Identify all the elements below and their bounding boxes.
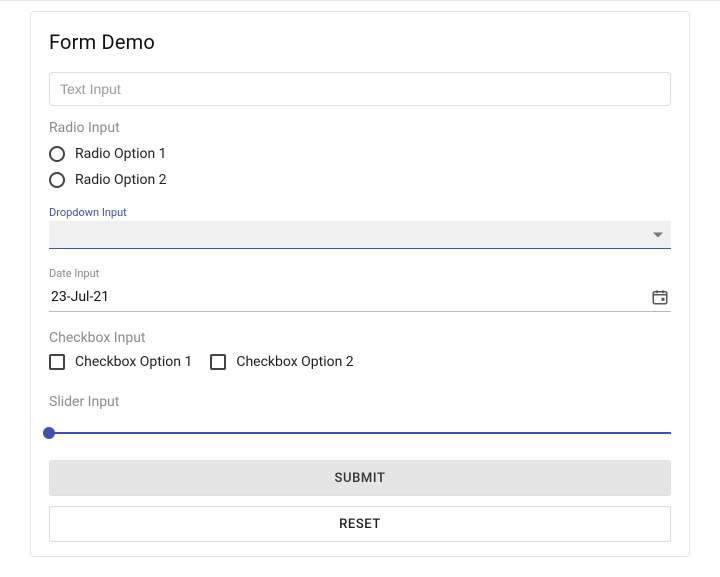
checkbox-group-label: Checkbox Input [49,330,671,346]
checkbox-option-2[interactable]: Checkbox Option 2 [210,354,353,370]
submit-button[interactable]: SUBMIT [49,460,671,496]
slider-thumb[interactable] [43,427,55,439]
radio-option-2[interactable]: Radio Option 2 [49,172,671,188]
checkbox-icon [49,354,65,370]
radio-option-label: Radio Option 1 [75,146,167,162]
date-label: Date Input [49,267,671,280]
slider-label: Slider Input [49,394,671,410]
radio-option-1[interactable]: Radio Option 1 [49,146,671,162]
radio-option-label: Radio Option 2 [75,172,167,188]
slider-input[interactable] [49,432,671,434]
checkbox-icon [210,354,226,370]
dropdown-input[interactable] [49,221,671,249]
checkbox-option-1[interactable]: Checkbox Option 1 [49,354,192,370]
reset-button-label: RESET [339,517,381,532]
date-value: 23-Jul-21 [51,289,109,305]
radio-icon [49,146,65,162]
text-input[interactable] [49,72,671,106]
form-title: Form Demo [49,30,671,54]
reset-button[interactable]: RESET [49,506,671,542]
form-card: Form Demo Radio Input Radio Option 1 Rad… [30,11,690,557]
checkbox-option-label: Checkbox Option 2 [236,354,353,370]
radio-icon [49,172,65,188]
chevron-down-icon [653,232,663,237]
checkbox-option-label: Checkbox Option 1 [75,354,192,370]
radio-group-label: Radio Input [49,120,671,136]
calendar-icon[interactable] [651,288,669,306]
submit-button-label: SUBMIT [335,471,386,486]
dropdown-label: Dropdown Input [49,206,671,219]
date-input[interactable]: 23-Jul-21 [49,282,671,312]
